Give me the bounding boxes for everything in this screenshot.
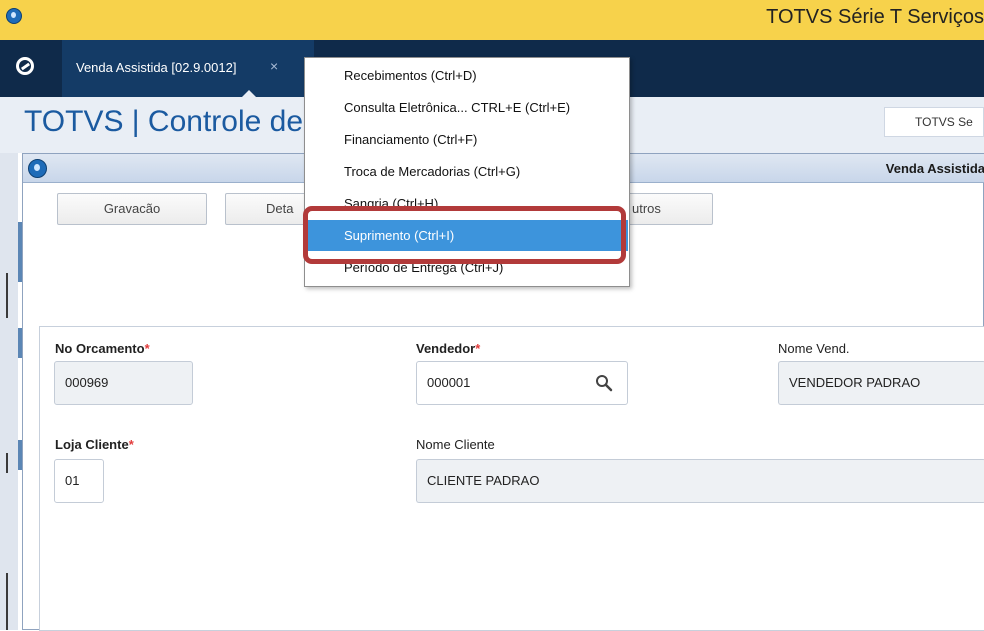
header-right-label: TOTVS Se xyxy=(915,115,973,129)
nome-vend-label: Nome Vend. xyxy=(778,341,850,356)
window-title-bar: TOTVS Série T Serviços xyxy=(0,0,984,40)
close-icon[interactable]: × xyxy=(270,58,278,74)
window-title: TOTVS Série T Serviços xyxy=(766,6,984,28)
dialog-title: Venda Assistida xyxy=(885,161,984,176)
header-right-panel[interactable]: TOTVS Se xyxy=(884,107,984,137)
totvs-logo-icon[interactable] xyxy=(16,57,34,75)
left-sidebar-stripe xyxy=(0,153,18,630)
loja-cliente-field[interactable]: 01 xyxy=(54,459,104,503)
stripe-divider xyxy=(6,573,8,630)
gravacao-button[interactable]: Gravacão xyxy=(57,193,207,225)
tab-venda-assistida[interactable]: Venda Assistida [02.9.0012] × xyxy=(62,40,314,97)
stripe-divider xyxy=(6,273,8,318)
nome-vend-field[interactable]: VENDEDOR PADRAO xyxy=(778,361,984,405)
tab-label: Venda Assistida [02.9.0012] xyxy=(76,60,237,75)
stripe-divider xyxy=(6,453,8,473)
orcamento-form-panel: No Orcamento* 000969 Vendedor* 000001 No… xyxy=(39,326,984,631)
menu-item-consulta-eletronica[interactable]: Consulta Eletrônica... CTRL+E (Ctrl+E) xyxy=(306,92,628,123)
vendedor-value: 000001 xyxy=(427,375,471,390)
menu-item-financiamento[interactable]: Financiamento (Ctrl+F) xyxy=(306,124,628,155)
nome-cliente-label: Nome Cliente xyxy=(416,437,495,452)
orcamento-label: No Orcamento* xyxy=(55,341,150,356)
dialog-icon[interactable] xyxy=(28,159,47,178)
highlight-annotation xyxy=(303,206,626,264)
menu-item-troca-mercadorias[interactable]: Troca de Mercadorias (Ctrl+G) xyxy=(306,156,628,187)
app-icon xyxy=(6,8,22,24)
tab-pointer xyxy=(242,90,256,97)
vendedor-label: Vendedor* xyxy=(416,341,481,356)
search-icon[interactable] xyxy=(595,374,613,392)
page-title: TOTVS | Controle de xyxy=(24,105,304,138)
menu-item-recebimentos[interactable]: Recebimentos (Ctrl+D) xyxy=(306,60,628,91)
nome-cliente-field[interactable]: CLIENTE PADRAO xyxy=(416,459,984,503)
vendedor-field[interactable]: 000001 xyxy=(416,361,628,405)
orcamento-field[interactable]: 000969 xyxy=(54,361,193,405)
loja-cliente-label: Loja Cliente* xyxy=(55,437,134,452)
